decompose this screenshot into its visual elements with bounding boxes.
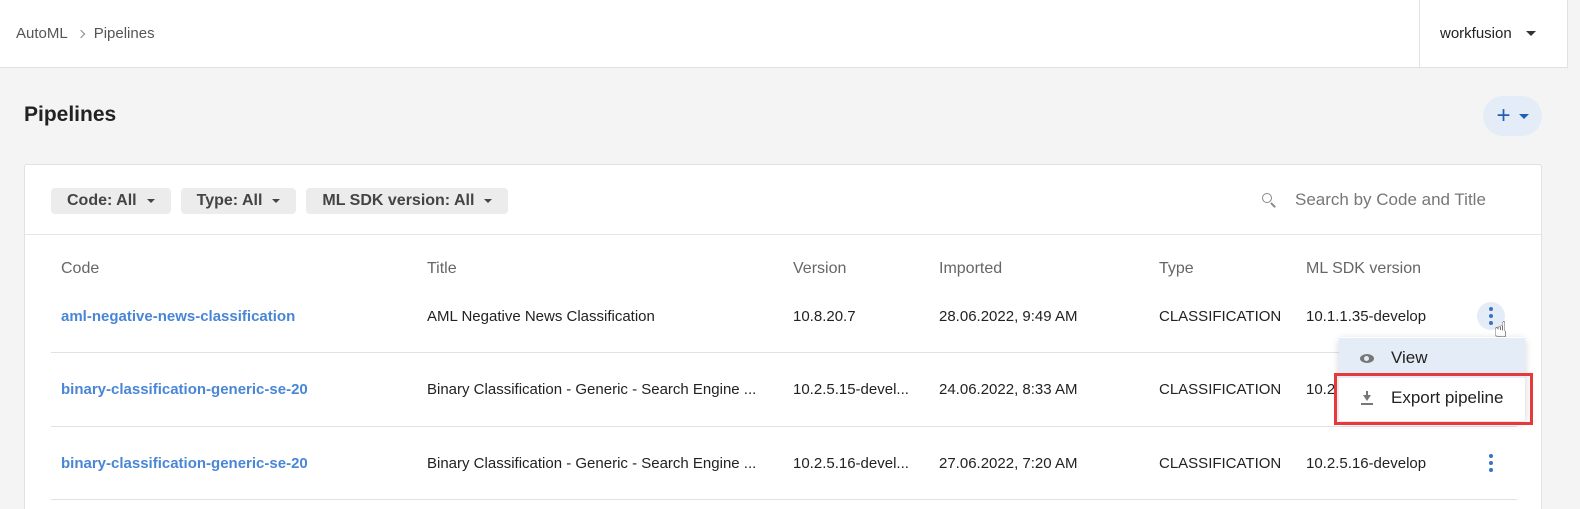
row-type: CLASSIFICATION [1159, 455, 1282, 472]
eye-icon [1359, 353, 1375, 363]
kebab-dot [1489, 307, 1493, 311]
kebab-dot [1489, 461, 1493, 465]
row-code-link[interactable]: binary-classification-generic-se-20 [61, 455, 308, 472]
type-filter[interactable]: Type: All [180, 188, 297, 214]
kebab-dot [1489, 321, 1493, 325]
row-divider [51, 499, 1517, 500]
code-filter[interactable]: Code: All [51, 188, 171, 214]
plus-icon: + [1496, 102, 1511, 129]
user-name: workfusion [1440, 25, 1512, 42]
menu-item-label: View [1391, 348, 1428, 367]
row-version: 10.8.20.7 [793, 308, 856, 325]
column-header-sdk[interactable]: ML SDK version [1306, 260, 1421, 278]
row-title: Binary Classification - Generic - Search… [427, 381, 757, 398]
column-header-type[interactable]: Type [1159, 260, 1194, 278]
row-code-link[interactable]: aml-negative-news-classification [61, 308, 295, 325]
row-title: Binary Classification - Generic - Search… [427, 455, 757, 472]
caret-down-icon [484, 199, 493, 203]
row-code-link[interactable]: binary-classification-generic-se-20 [61, 381, 308, 398]
filter-bar: Code: All Type: All ML SDK version: All [51, 188, 509, 214]
code-filter-label: Code: All [67, 192, 137, 209]
type-filter-label: Type: All [196, 192, 263, 209]
row-divider [51, 426, 1517, 427]
sdk-filter-label: ML SDK version: All [322, 192, 475, 209]
kebab-dot [1489, 454, 1493, 458]
breadcrumb-current: Pipelines [93, 25, 155, 42]
row-sdk: 10.2.5.16-develop [1306, 455, 1427, 472]
kebab-dot [1489, 468, 1493, 472]
column-header-version[interactable]: Version [793, 260, 846, 278]
row-type: CLASSIFICATION [1159, 308, 1282, 325]
row-imported: 24.06.2022, 8:33 AM [939, 381, 1078, 398]
search-icon [1261, 192, 1277, 208]
user-menu[interactable]: workfusion [1419, 0, 1567, 67]
column-header-code[interactable]: Code [61, 260, 99, 278]
sdk-filter[interactable]: ML SDK version: All [306, 188, 509, 214]
row-version: 10.2.5.16-devel... [793, 455, 909, 472]
divider [25, 234, 1541, 235]
highlight-annotation [1334, 373, 1533, 425]
breadcrumb-root[interactable]: AutoML [16, 25, 68, 42]
row-type: CLASSIFICATION [1159, 381, 1282, 398]
chevron-right-icon [76, 29, 85, 38]
hand-cursor-icon: ☝ [1494, 317, 1508, 342]
caret-down-icon [146, 199, 155, 203]
column-header-title[interactable]: Title [427, 260, 457, 278]
menu-item-view[interactable]: View [1339, 338, 1525, 378]
row-sdk: 10.2 [1306, 381, 1336, 398]
kebab-dot [1489, 314, 1493, 318]
search-box [1261, 190, 1525, 210]
add-pipeline-button[interactable]: + [1483, 96, 1542, 136]
page-title: Pipelines [24, 103, 117, 126]
row-sdk: 10.1.1.35-develop [1306, 308, 1427, 325]
row-version: 10.2.5.15-devel... [793, 381, 909, 398]
pipelines-card: Code: All Type: All ML SDK version: All … [24, 164, 1542, 509]
row-imported: 27.06.2022, 7:20 AM [939, 455, 1078, 472]
row-title: AML Negative News Classification [427, 308, 655, 325]
row-imported: 28.06.2022, 9:49 AM [939, 308, 1078, 325]
column-header-imported[interactable]: Imported [939, 260, 1002, 278]
caret-down-icon [1518, 113, 1529, 119]
row-divider [51, 352, 1517, 353]
caret-down-icon [1525, 31, 1536, 36]
search-input[interactable] [1295, 190, 1525, 210]
caret-down-icon [272, 199, 281, 203]
row-actions-button[interactable] [1477, 449, 1505, 477]
top-bar: AutoML Pipelines workfusion [0, 0, 1568, 68]
breadcrumb: AutoML Pipelines [16, 25, 155, 42]
